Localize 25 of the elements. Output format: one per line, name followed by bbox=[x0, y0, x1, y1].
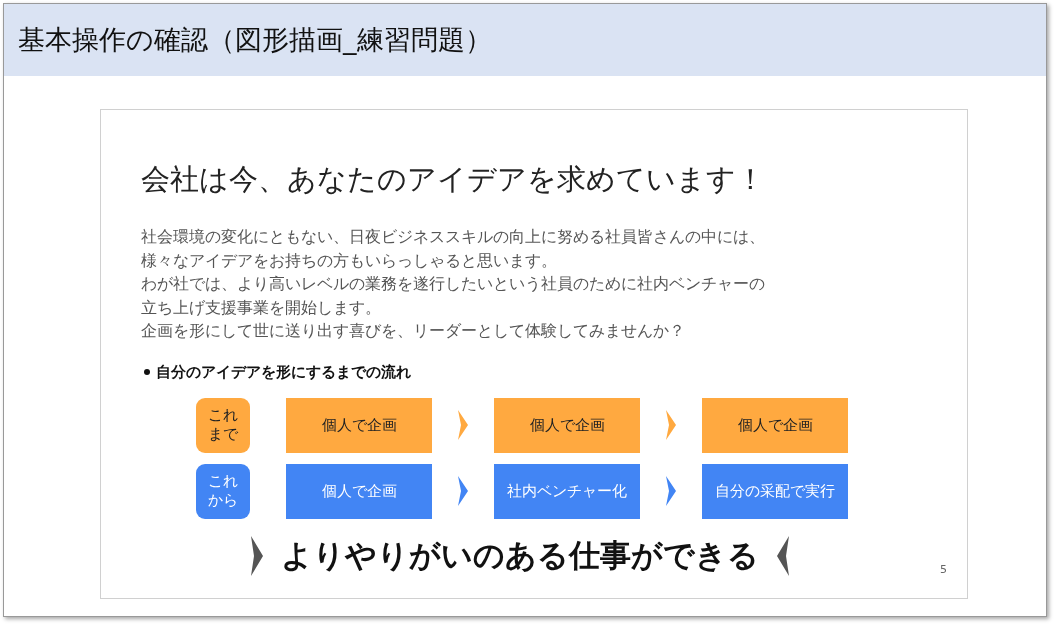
slide-title: 会社は今、あなたのアイデアを求めています！ bbox=[141, 161, 766, 198]
step-box: 個人で企画 bbox=[286, 397, 432, 453]
page-number: 5 bbox=[940, 563, 947, 576]
body-text-line: 企画を形にして世に送り出す喜びを、リーダーとして体験してみませんか？ bbox=[141, 321, 686, 342]
chevron-icon bbox=[666, 410, 676, 440]
stage-label: これ まで bbox=[196, 397, 250, 453]
chevron-icon bbox=[458, 476, 468, 506]
step-box: 個人で企画 bbox=[494, 397, 640, 453]
chevron-icon bbox=[458, 410, 468, 440]
body-text-line: 様々なアイデアをお持ちの方もいらっしゃると思います。 bbox=[141, 250, 558, 272]
chevron-icon bbox=[666, 476, 676, 506]
step-box: 個人で企画 bbox=[286, 463, 432, 519]
bullet-heading: 自分のアイデアを形にするまでの流れ bbox=[156, 362, 411, 382]
body-text-line: 社会環境の変化にともない、日夜ビジネススキルの向上に努める社員皆さんの中には、 bbox=[141, 227, 766, 248]
step-box: 個人で企画 bbox=[702, 397, 848, 453]
conclusion-text: よりやりがいのある仕事ができる bbox=[281, 535, 759, 575]
chevron-icon bbox=[251, 535, 263, 576]
bullet-icon bbox=[144, 369, 150, 375]
step-box: 自分の采配で実行 bbox=[702, 463, 848, 519]
stage-label: これ から bbox=[196, 463, 250, 519]
body-text-line: 立ち上げ支援事業を開始します。 bbox=[141, 297, 382, 319]
step-box: 社内ベンチャー化 bbox=[494, 463, 640, 519]
header-title: 基本操作の確認（図形描画_練習問題） bbox=[18, 23, 492, 57]
body-text-line: わが社では、より高いレベルの業務を遂行したいという社員のために社内ベンチャーの bbox=[141, 274, 766, 295]
chevron-icon bbox=[777, 535, 789, 576]
